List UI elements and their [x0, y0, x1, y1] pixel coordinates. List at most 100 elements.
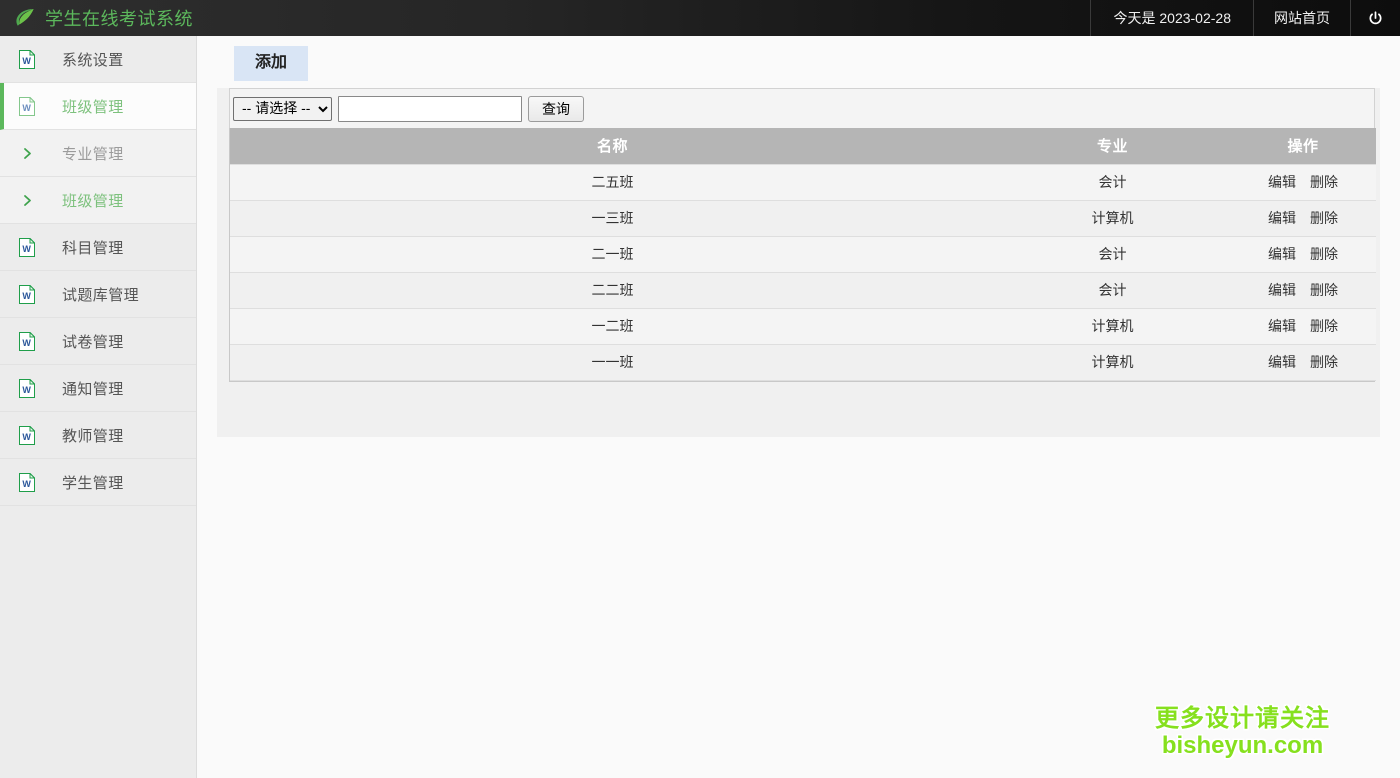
edit-link[interactable]: 编辑 [1268, 246, 1296, 262]
cell-major: 计算机 [995, 199, 1230, 237]
delete-link[interactable]: 删除 [1310, 282, 1338, 298]
cell-major: 会计 [995, 163, 1230, 201]
add-button[interactable]: 添加 [234, 46, 309, 81]
data-table-wrapper: 名称 专业 操作 二五班 会计 编辑 删除 一三班 计算机 编辑 删除 二一班 … [229, 128, 1376, 382]
brand-logo[interactable]: 学生在线考试系统 [0, 0, 193, 36]
cell-class-name: 一二班 [230, 307, 995, 345]
sidebar-item-label: 试卷管理 [62, 333, 124, 351]
sidebar-item-label: 班级管理 [62, 98, 124, 116]
query-button[interactable]: 查询 [528, 95, 584, 122]
svg-text:W: W [22, 385, 31, 395]
column-header-name: 名称 [230, 128, 995, 164]
sidebar-item-label: 专业管理 [62, 145, 124, 163]
column-header-major: 专业 [995, 128, 1230, 164]
svg-text:W: W [22, 338, 31, 348]
sidebar-item-label: 班级管理 [62, 192, 124, 210]
sidebar-item-major-management[interactable]: 专业管理 [0, 130, 196, 177]
word-document-icon: W [16, 49, 38, 69]
column-header-ops: 操作 [1230, 128, 1376, 164]
cell-class-name: 二一班 [230, 235, 995, 273]
delete-link[interactable]: 删除 [1310, 210, 1338, 226]
chevron-right-icon [16, 147, 38, 160]
edit-link[interactable]: 编辑 [1268, 282, 1296, 298]
content-panel: 添加 -- 请选择 -- 查询 名称 专业 操作 二五班 会计 编辑 删除 一三… [217, 36, 1380, 437]
sidebar-navigation: W 系统设置 W 班级管理 专业管理 班级管理 W 科目管理 W 试题库管理 W… [0, 36, 197, 778]
home-link[interactable]: 网站首页 [1253, 0, 1350, 36]
table-row: 一一班 计算机 编辑 删除 [230, 343, 1376, 381]
table-row: 一二班 计算机 编辑 删除 [230, 307, 1376, 345]
table-header-row: 名称 专业 操作 [230, 128, 1376, 164]
word-document-icon: W [16, 378, 38, 398]
table-row: 二五班 会计 编辑 删除 [230, 163, 1376, 201]
sidebar-item-exam-paper-management[interactable]: W 试卷管理 [0, 318, 196, 365]
sidebar-item-label: 系统设置 [62, 51, 124, 69]
delete-link[interactable]: 删除 [1310, 318, 1338, 334]
cell-operations: 编辑 删除 [1230, 163, 1376, 201]
main-content-area: 添加 -- 请选择 -- 查询 名称 专业 操作 二五班 会计 编辑 删除 一三… [197, 36, 1400, 778]
toolbar-tabstrip: 添加 [217, 36, 1380, 88]
cell-operations: 编辑 删除 [1230, 271, 1376, 309]
table-row: 二二班 会计 编辑 删除 [230, 271, 1376, 309]
cell-operations: 编辑 删除 [1230, 199, 1376, 237]
watermark-line-1: 更多设计请关注 [1155, 705, 1330, 733]
cell-operations: 编辑 删除 [1230, 343, 1376, 381]
class-list-table: 名称 专业 操作 二五班 会计 编辑 删除 一三班 计算机 编辑 删除 二一班 … [230, 128, 1376, 381]
cell-operations: 编辑 删除 [1230, 307, 1376, 345]
table-header: 名称 专业 操作 [230, 128, 1376, 164]
sidebar-item-student-management[interactable]: W 学生管理 [0, 459, 196, 506]
word-document-icon: W [16, 472, 38, 492]
major-select-wrapper: -- 请选择 -- [233, 96, 332, 121]
sidebar-item-system-settings[interactable]: W 系统设置 [0, 36, 196, 83]
table-row: 一三班 计算机 编辑 删除 [230, 199, 1376, 237]
logout-button[interactable] [1350, 0, 1400, 36]
word-document-icon: W [16, 284, 38, 304]
word-document-icon: W [16, 237, 38, 257]
svg-text:W: W [22, 103, 31, 113]
watermark-line-2: bisheyun.com [1161, 732, 1324, 760]
cell-major: 计算机 [995, 307, 1230, 345]
edit-link[interactable]: 编辑 [1268, 210, 1296, 226]
sidebar-item-label: 学生管理 [62, 474, 124, 492]
sidebar-item-teacher-management[interactable]: W 教师管理 [0, 412, 196, 459]
current-date-label: 今天是 2023-02-28 [1090, 0, 1253, 36]
header-actions: 今天是 2023-02-28 网站首页 [1090, 0, 1400, 36]
chevron-right-icon [16, 194, 38, 207]
sidebar-item-notice-management[interactable]: W 通知管理 [0, 365, 196, 412]
cell-major: 会计 [995, 271, 1230, 309]
search-input[interactable] [338, 95, 522, 122]
svg-text:W: W [22, 244, 31, 254]
delete-link[interactable]: 删除 [1310, 174, 1338, 190]
sidebar-item-label: 科目管理 [62, 239, 124, 257]
delete-link[interactable]: 删除 [1310, 246, 1338, 262]
power-icon [1367, 10, 1384, 27]
edit-link[interactable]: 编辑 [1268, 318, 1296, 334]
edit-link[interactable]: 编辑 [1268, 354, 1296, 370]
sidebar-item-class-management[interactable]: W 班级管理 [0, 83, 196, 130]
word-document-icon: W [16, 331, 38, 351]
edit-link[interactable]: 编辑 [1268, 174, 1296, 190]
svg-text:W: W [22, 291, 31, 301]
cell-major: 计算机 [995, 343, 1230, 381]
sidebar-item-subject-management[interactable]: W 科目管理 [0, 224, 196, 271]
table-row: 二一班 会计 编辑 删除 [230, 235, 1376, 273]
sidebar-item-label: 教师管理 [62, 427, 124, 445]
work-area: -- 请选择 -- 查询 名称 专业 操作 二五班 会计 编辑 删除 一三班 计… [217, 88, 1380, 437]
cell-class-name: 一一班 [230, 343, 995, 381]
sidebar-item-label: 通知管理 [62, 380, 124, 398]
cell-class-name: 二五班 [230, 163, 995, 201]
word-document-icon: W [16, 96, 38, 116]
delete-link[interactable]: 删除 [1310, 354, 1338, 370]
sidebar-item-label: 试题库管理 [62, 286, 140, 304]
leaf-icon [14, 7, 36, 29]
cell-operations: 编辑 删除 [1230, 235, 1376, 273]
major-select[interactable]: -- 请选择 -- [233, 96, 332, 121]
cell-major: 会计 [995, 235, 1230, 273]
cell-class-name: 一三班 [230, 199, 995, 237]
top-header-bar: 学生在线考试系统 今天是 2023-02-28 网站首页 [0, 0, 1400, 36]
cell-class-name: 二二班 [230, 271, 995, 309]
sidebar-item-class-management-sub[interactable]: 班级管理 [0, 177, 196, 224]
svg-text:W: W [22, 432, 31, 442]
watermark: 更多设计请关注 bisheyun.com [1155, 705, 1330, 760]
sidebar-item-question-bank-management[interactable]: W 试题库管理 [0, 271, 196, 318]
word-document-icon: W [16, 425, 38, 445]
